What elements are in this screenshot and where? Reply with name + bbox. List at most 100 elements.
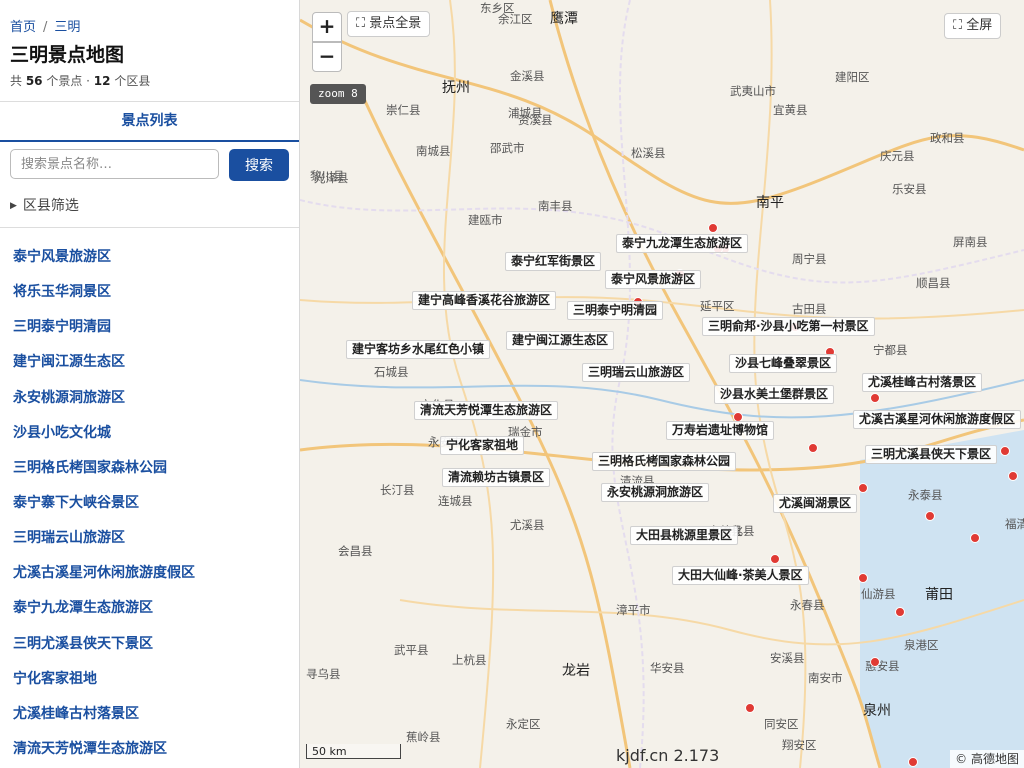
spot-map-label[interactable]: 建宁闽江源生态区: [506, 331, 615, 350]
place-label: 会昌县: [338, 544, 373, 558]
spot-map-label[interactable]: 永安桃源洞旅游区: [601, 483, 710, 502]
spot-map-label[interactable]: 三明格氏栲国家森林公园: [592, 452, 737, 471]
spot-marker[interactable]: [925, 510, 935, 521]
place-label: 古田县: [792, 302, 827, 316]
triangle-right-icon: ▶: [10, 201, 17, 211]
map-view[interactable]: + − ⛶ 景点全景 ⛶ 全屏 zoom 8 50 km kjdf.cn 2.1…: [300, 0, 1024, 768]
overview-button[interactable]: ⛶ 景点全景: [347, 11, 431, 37]
spot-map-label[interactable]: 泰宁九龙潭生态旅游区: [616, 234, 749, 253]
breadcrumb: 首页 / 三明: [10, 16, 80, 35]
spot-map-label[interactable]: 沙县水美土堡群景区: [714, 385, 835, 404]
province-border: [611, 0, 645, 768]
district-filter-toggle[interactable]: ▶ 区县筛选: [10, 195, 79, 215]
place-label: 松溪县: [631, 146, 666, 160]
spot-list-item[interactable]: 永安桃源洞旅游区: [0, 381, 299, 416]
place-label: 永泰县: [908, 488, 943, 502]
spot-marker[interactable]: [857, 482, 868, 493]
fullscreen-label: 全屏: [966, 18, 993, 33]
spot-map-label[interactable]: 大田县桃源里景区: [630, 526, 739, 545]
spot-map-label[interactable]: 建宁高峰香溪花谷旅游区: [412, 291, 557, 310]
spot-list-item[interactable]: 尤溪桂峰古村落景区: [0, 697, 299, 732]
spot-list: 泰宁风景旅游区 将乐玉华洞景区 三明泰宁明清园 建宁闽江源生态区 永安桃源洞旅游区 沙县小…: [0, 240, 299, 767]
spot-map-label[interactable]: 三明尤溪县侠天下景区: [865, 445, 998, 464]
spot-map-label[interactable]: 泰宁红军街景区: [505, 252, 602, 271]
spot-map-label[interactable]: 清流天芳悦潭生态旅游区: [414, 401, 559, 420]
spot-marker[interactable]: [870, 393, 880, 403]
place-label: 永春县: [790, 598, 825, 612]
spot-map-label[interactable]: 宁化客家祖地: [440, 436, 525, 455]
spot-map-label[interactable]: 沙县七峰叠翠景区: [729, 354, 838, 373]
stats-mid: 个景点 ·: [42, 74, 94, 88]
spot-count: 56: [25, 74, 43, 88]
spot-marker[interactable]: [1007, 470, 1018, 481]
spot-marker[interactable]: [970, 532, 980, 543]
spot-list-item[interactable]: 三明泰宁明清园: [0, 310, 299, 345]
spot-marker[interactable]: [895, 606, 905, 617]
place-label: 尤溪县: [510, 518, 545, 532]
spot-list-item[interactable]: 清流天芳悦潭生态旅游区: [0, 732, 299, 767]
spot-map-label[interactable]: 建宁客坊乡水尾红色小镇: [346, 340, 491, 359]
stats-prefix: 共: [10, 74, 26, 88]
spot-map-label[interactable]: 尤溪闽湖景区: [773, 494, 858, 513]
place-label: 延平区: [700, 299, 735, 313]
spot-list-item[interactable]: 泰宁寨下大峡谷景区: [0, 486, 299, 521]
breadcrumb-current-link[interactable]: 三明: [54, 20, 80, 35]
spot-map-label[interactable]: 三明俞邦·沙县小吃第一村景区: [702, 317, 875, 336]
spot-list-item[interactable]: 将乐玉华洞景区: [0, 275, 299, 310]
tab-spot-list[interactable]: 景点列表: [0, 101, 299, 142]
city-label: 南平: [756, 195, 784, 211]
spot-map-label[interactable]: 大田大仙峰·茶美人景区: [672, 566, 809, 585]
search-input[interactable]: [10, 149, 219, 179]
place-label: 安溪县: [770, 651, 805, 665]
place-label: 宁都县: [873, 343, 908, 357]
spot-map-label[interactable]: 尤溪古溪星河休闲旅游度假区: [853, 410, 1022, 429]
zoom-out-button[interactable]: −: [312, 42, 342, 72]
place-label: 浦城县: [508, 106, 543, 120]
spot-map-label[interactable]: 万寿岩遗址博物馆: [666, 421, 775, 440]
zoom-in-button[interactable]: +: [312, 12, 342, 42]
spot-map-label[interactable]: 三明泰宁明清园: [567, 301, 664, 320]
spot-marker[interactable]: [707, 222, 718, 233]
spot-marker[interactable]: [907, 757, 918, 767]
city-label: 抚州: [442, 80, 470, 96]
divider: [0, 227, 299, 228]
place-label: 泉港区: [904, 638, 939, 652]
search-button[interactable]: 搜索: [229, 149, 289, 181]
fullscreen-button[interactable]: ⛶ 全屏: [944, 13, 1002, 39]
breadcrumb-home-link[interactable]: 首页: [10, 20, 36, 35]
spot-list-item[interactable]: 三明瑞云山旅游区: [0, 521, 299, 556]
spot-list-item[interactable]: 沙县小吃文化城: [0, 416, 299, 451]
spot-map-label[interactable]: 三明瑞云山旅游区: [582, 363, 691, 382]
place-label: 长汀县: [380, 483, 415, 497]
spot-marker[interactable]: [870, 656, 880, 667]
spot-list-item[interactable]: 宁化客家祖地: [0, 662, 299, 697]
expand-icon: ⛶: [356, 16, 366, 31]
spot-list-item[interactable]: 泰宁风景旅游区: [0, 240, 299, 275]
summary-stats: 共 56 个景点 · 12 个区县: [10, 72, 150, 89]
place-label: 连城县: [438, 494, 473, 508]
zoom-level-badge: zoom 8: [310, 84, 366, 104]
place-label: 建瓯市: [468, 213, 503, 227]
spot-list-item[interactable]: 三明尤溪县侠天下景区: [0, 627, 299, 662]
spot-marker[interactable]: [745, 703, 755, 713]
place-label: 武夷山市: [730, 84, 776, 98]
spot-map-label[interactable]: 清流赖坊古镇景区: [442, 468, 551, 487]
spot-map-label[interactable]: 尤溪桂峰古村落景区: [862, 373, 983, 392]
spot-list-item[interactable]: 尤溪古溪星河休闲旅游度假区: [0, 556, 299, 591]
spot-list-item[interactable]: 三明格氏栲国家森林公园: [0, 451, 299, 486]
place-label: 同安区: [764, 717, 799, 731]
place-label: 南城县: [416, 144, 451, 158]
place-label: 南丰县: [538, 199, 573, 213]
spot-list-item[interactable]: 建宁闽江源生态区: [0, 345, 299, 380]
place-label: 屏南县: [953, 235, 988, 249]
spot-marker[interactable]: [857, 572, 868, 583]
place-label: 政和县: [930, 131, 965, 145]
spot-marker[interactable]: [807, 442, 818, 453]
place-label: 邵武市: [490, 141, 525, 155]
spot-marker[interactable]: [1000, 445, 1010, 456]
spot-map-label[interactable]: 泰宁风景旅游区: [605, 270, 702, 289]
city-label: 泉州: [863, 703, 891, 719]
spot-list-item[interactable]: 泰宁九龙潭生态旅游区: [0, 591, 299, 626]
place-label: 余江区: [498, 12, 533, 26]
place-label: 翔安区: [782, 738, 817, 752]
